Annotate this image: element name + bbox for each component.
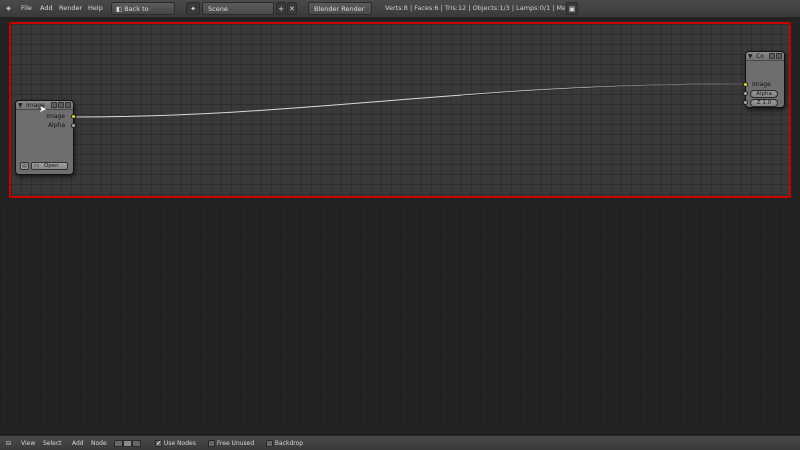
alpha-value-field[interactable]: Alpha — [750, 90, 778, 98]
add-scene-icon[interactable]: + — [276, 2, 286, 15]
compositing-tree-icon[interactable] — [123, 440, 132, 447]
composite-node-header[interactable]: ▼ Co — [746, 52, 784, 61]
render-icon[interactable]: ▣ — [566, 2, 578, 15]
editor-type-icon[interactable]: ⊟ — [6, 438, 11, 449]
render-engine-select[interactable]: Blender Render⇕ — [308, 2, 372, 26]
menu-render[interactable]: Render — [59, 2, 82, 15]
backdrop-checkbox[interactable] — [266, 440, 273, 447]
collapse-triangle-icon[interactable]: ▼ — [748, 52, 753, 61]
menu-view[interactable]: View — [21, 438, 35, 449]
node-header-icons — [50, 102, 71, 111]
mouse-cursor-icon: ➤ — [39, 105, 47, 115]
z-value-field[interactable]: Z 1.0 — [750, 99, 778, 107]
node-canvas[interactable]: ▼ Image Image Alpha ▤ ▭ Open ▼ Co Image — [9, 22, 791, 198]
scene-field[interactable]: Scene — [202, 2, 274, 15]
output-alpha-label: Alpha — [47, 122, 65, 129]
preview-toggle-icon[interactable] — [51, 102, 57, 108]
free-unused-checkbox[interactable] — [208, 440, 215, 447]
menu-file[interactable]: File — [21, 2, 32, 15]
output-image-socket[interactable] — [71, 114, 76, 119]
tree-type-buttons — [114, 438, 141, 449]
free-unused-label: Free Unused — [216, 440, 255, 447]
use-nodes-toggle[interactable]: Use Nodes — [155, 438, 196, 449]
menu-node[interactable]: Node — [91, 438, 107, 449]
node-link-shadow — [460, 83, 744, 97]
editor-type-icon[interactable]: ◈ — [6, 2, 11, 15]
info-header: ◈ File Add Render Help ◧ Back to Previou… — [0, 0, 800, 26]
shader-tree-icon[interactable] — [114, 440, 123, 447]
input-z-socket[interactable] — [743, 100, 748, 105]
menu-select[interactable]: Select — [43, 438, 62, 449]
node-editor-header: ⊟ View Select Add Node Use Nodes Free Un… — [0, 435, 800, 450]
use-nodes-checkbox[interactable] — [155, 438, 162, 449]
scene-icon[interactable]: ✦ — [186, 2, 200, 15]
menu-add[interactable]: Add — [40, 2, 53, 15]
open-button-label: Open — [43, 163, 59, 169]
menu-add[interactable]: Add — [72, 438, 84, 449]
node-header-icons — [768, 53, 782, 62]
texture-tree-icon[interactable] — [132, 440, 141, 447]
input-image-socket[interactable] — [743, 82, 748, 87]
node-options-icon[interactable] — [65, 102, 71, 108]
use-nodes-label: Use Nodes — [163, 440, 196, 447]
lower-editor-area[interactable] — [0, 201, 800, 431]
backdrop-toggle[interactable]: Backdrop — [266, 438, 303, 449]
scene-stats: Verts:8 | Faces:6 | Tris:12 | Objects:1/… — [385, 4, 565, 12]
collapse-triangle-icon[interactable]: ▼ — [18, 101, 23, 110]
render-engine-label: Blender Render — [314, 5, 365, 13]
folder-icon: ▭ — [34, 163, 40, 169]
remove-scene-icon[interactable]: ✕ — [287, 2, 297, 15]
input-alpha-socket[interactable] — [743, 91, 748, 96]
input-image-label: Image — [752, 81, 771, 88]
free-unused-toggle[interactable]: Free Unused — [208, 438, 254, 449]
image-browse-icon[interactable]: ▤ — [20, 162, 29, 170]
composite-node-title: Co — [756, 53, 764, 60]
back-icon: ◧ — [116, 5, 125, 13]
output-alpha-socket[interactable] — [71, 123, 76, 128]
node-link — [71, 83, 744, 118]
node-editor[interactable]: ▼ Image Image Alpha ▤ ▭ Open ▼ Co Image — [0, 19, 800, 448]
output-image-label: Image — [46, 113, 65, 120]
node-options-icon[interactable] — [776, 53, 782, 59]
hide-sockets-icon[interactable] — [58, 102, 64, 108]
node-link-layer — [71, 83, 744, 118]
menu-help[interactable]: Help — [88, 2, 103, 15]
back-to-previous-button[interactable]: ◧ Back to Previous — [111, 2, 175, 26]
hide-sockets-icon[interactable] — [769, 53, 775, 59]
backdrop-label: Backdrop — [274, 440, 304, 447]
open-button[interactable]: ▭ Open — [31, 162, 68, 170]
composite-node[interactable]: ▼ Co Image Alpha Z 1.0 — [743, 51, 785, 108]
